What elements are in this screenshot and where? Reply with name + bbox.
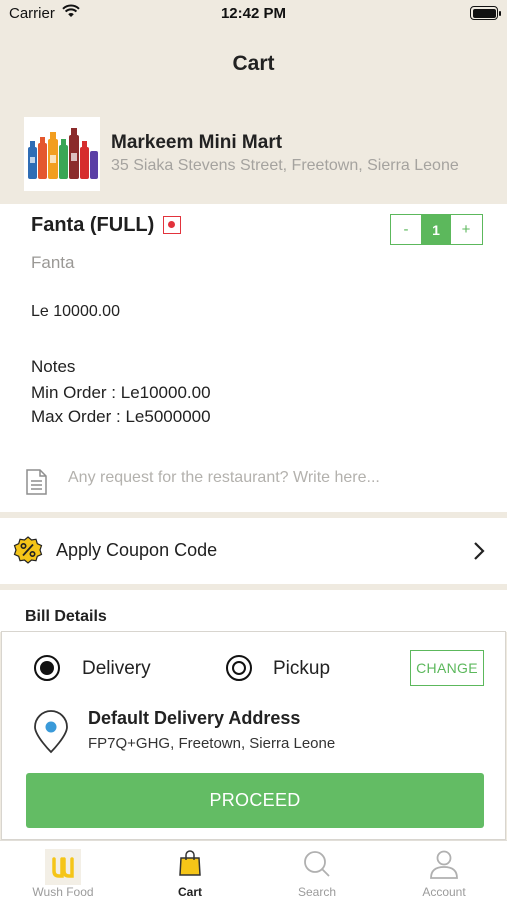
status-bar: Carrier 12:42 PM — [0, 0, 507, 30]
checkout-panel: Delivery Pickup CHANGE Default Delivery … — [1, 631, 506, 840]
bill-details-title: Bill Details — [25, 608, 107, 625]
max-order-note: Max Order : Le5000000 — [31, 407, 211, 426]
item-subtitle: Fanta — [31, 253, 75, 272]
tab-wush-food[interactable]: Wush Food — [0, 841, 126, 900]
clock: 12:42 PM — [220, 5, 287, 22]
item-price: Le 10000.00 — [31, 303, 120, 320]
apply-coupon-row[interactable]: Apply Coupon Code — [0, 518, 507, 584]
tab-search[interactable]: Search — [254, 841, 380, 900]
tab-label: Search — [297, 885, 337, 899]
search-icon — [304, 851, 330, 877]
non-veg-indicator-icon — [163, 216, 181, 234]
store-thumbnail — [24, 117, 100, 191]
pickup-label[interactable]: Pickup — [273, 658, 330, 680]
tab-account[interactable]: Account — [381, 841, 507, 900]
battery-icon — [470, 6, 501, 20]
item-name: Fanta (FULL) — [31, 214, 155, 236]
decrease-quantity-button[interactable]: - — [391, 215, 421, 244]
page-title: Cart — [232, 52, 275, 75]
change-address-button[interactable]: CHANGE — [410, 650, 484, 686]
restaurant-request-input[interactable] — [68, 466, 488, 490]
min-order-note: Min Order : Le10000.00 — [31, 383, 211, 402]
chevron-right-icon — [474, 542, 485, 560]
store-name: Markeem Mini Mart — [111, 132, 283, 153]
quantity-value: 1 — [421, 215, 451, 244]
tab-label: Cart — [177, 885, 202, 899]
tab-label: Wush Food — [32, 885, 94, 899]
person-icon — [430, 850, 458, 879]
delivery-address-text: FP7Q+GHG, Freetown, Sierra Leone — [88, 735, 336, 752]
delivery-address-title: Default Delivery Address — [88, 708, 301, 728]
store-header: Markeem Mini Mart 35 Siaka Stevens Stree… — [0, 113, 507, 203]
shopping-bag-icon — [179, 850, 201, 876]
bill-details-section: Bill Details — [0, 590, 507, 632]
document-icon — [26, 469, 47, 495]
quantity-stepper[interactable]: - 1 + — [390, 214, 483, 245]
pickup-radio[interactable] — [226, 655, 252, 681]
tab-label: Account — [422, 885, 466, 899]
proceed-button[interactable]: PROCEED — [26, 773, 484, 828]
tab-bar: Wush Food Cart Search Account — [0, 840, 507, 900]
apply-coupon-label: Apply Coupon Code — [56, 540, 218, 560]
notes-title: Notes — [31, 357, 76, 376]
store-address: 35 Siaka Stevens Street, Freetown, Sierr… — [111, 157, 459, 174]
percent-badge-icon — [13, 536, 43, 564]
wush-logo-icon — [45, 849, 81, 885]
cart-item-card: Fanta (FULL) - 1 + Fanta Le 10000.00 Not… — [0, 204, 507, 512]
delivery-label[interactable]: Delivery — [82, 658, 151, 680]
location-pin-icon — [34, 710, 68, 754]
increase-quantity-button[interactable]: + — [451, 215, 481, 244]
store-products-image — [24, 117, 100, 191]
tab-cart[interactable]: Cart — [127, 841, 253, 900]
delivery-radio[interactable] — [34, 655, 60, 681]
